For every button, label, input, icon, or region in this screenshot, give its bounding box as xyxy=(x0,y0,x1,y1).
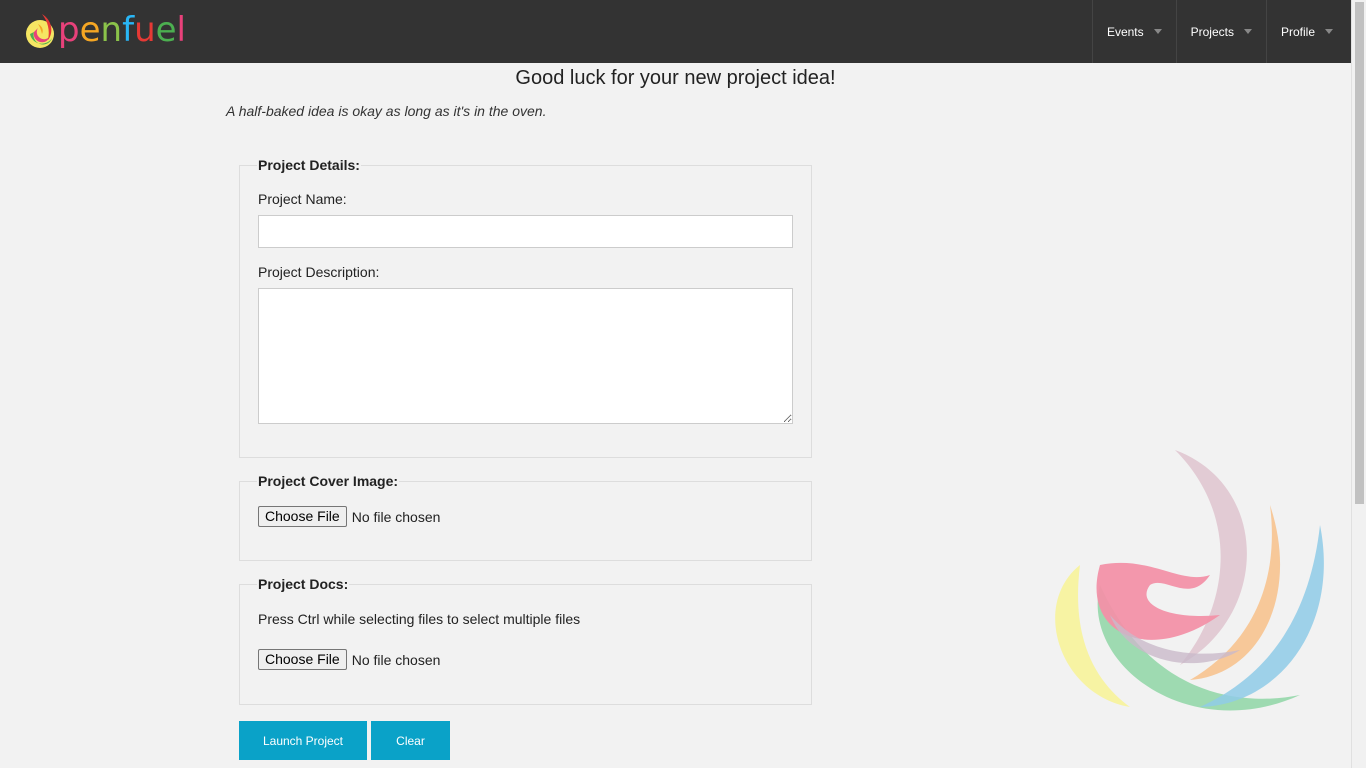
nav-projects-label: Projects xyxy=(1190,24,1234,39)
logo-letter: e xyxy=(155,10,177,50)
project-name-label: Project Name: xyxy=(258,191,347,207)
logo-text: penfuel xyxy=(58,10,186,50)
nav-projects[interactable]: Projects xyxy=(1175,0,1266,63)
project-docs-fieldset: Project Docs: Press Ctrl while selecting… xyxy=(239,576,812,705)
logo-letter: f xyxy=(122,10,135,50)
project-details-legend: Project Details: xyxy=(258,157,360,173)
nav-events[interactable]: Events xyxy=(1091,0,1176,63)
nav-events-label: Events xyxy=(1106,24,1144,39)
logo-letter: l xyxy=(176,10,186,50)
logo-letter: n xyxy=(100,10,123,50)
launch-project-button[interactable]: Launch Project xyxy=(239,721,367,760)
logo-letter: e xyxy=(79,10,101,50)
nav-profile[interactable]: Profile xyxy=(1265,0,1351,63)
scrollbar-thumb[interactable] xyxy=(1355,2,1364,504)
top-navbar: penfuel Events Projects Profile xyxy=(0,0,1351,63)
project-description-input[interactable] xyxy=(258,288,793,424)
project-description-label: Project Description: xyxy=(258,264,380,280)
caret-down-icon xyxy=(1153,29,1162,34)
cover-file-input: Choose File No file chosen xyxy=(258,506,793,527)
openfuel-logo[interactable]: penfuel xyxy=(22,8,192,52)
logo-letter: p xyxy=(58,10,80,50)
nav-profile-label: Profile xyxy=(1280,24,1315,39)
project-cover-legend: Project Cover Image: xyxy=(258,473,399,489)
logo-swirl-icon xyxy=(26,14,54,48)
cover-file-status: No file chosen xyxy=(351,508,441,525)
page-scrollbar[interactable] xyxy=(1351,0,1366,768)
logo-letter: u xyxy=(134,10,156,50)
docs-file-status: No file chosen xyxy=(351,651,441,668)
decorative-swirl-logo xyxy=(1055,450,1324,711)
caret-down-icon xyxy=(1243,29,1252,34)
caret-down-icon xyxy=(1325,29,1333,34)
project-docs-legend: Project Docs: xyxy=(258,576,349,592)
docs-choose-file-button[interactable]: Choose File xyxy=(258,649,347,670)
main-nav: Events Projects Profile xyxy=(1091,0,1351,63)
project-name-input[interactable] xyxy=(258,215,793,248)
project-details-fieldset: Project Details: Project Name: Project D… xyxy=(239,157,812,458)
cover-choose-file-button[interactable]: Choose File xyxy=(258,506,347,527)
clear-button[interactable]: Clear xyxy=(371,721,450,760)
docs-file-input: Choose File No file chosen xyxy=(258,649,793,670)
page-title: Good luck for your new project idea! xyxy=(515,67,836,89)
page-tagline: A half-baked idea is okay as long as it'… xyxy=(226,103,547,119)
docs-hint-text: Press Ctrl while selecting files to sele… xyxy=(258,611,581,627)
project-cover-fieldset: Project Cover Image: Choose File No file… xyxy=(239,473,812,561)
